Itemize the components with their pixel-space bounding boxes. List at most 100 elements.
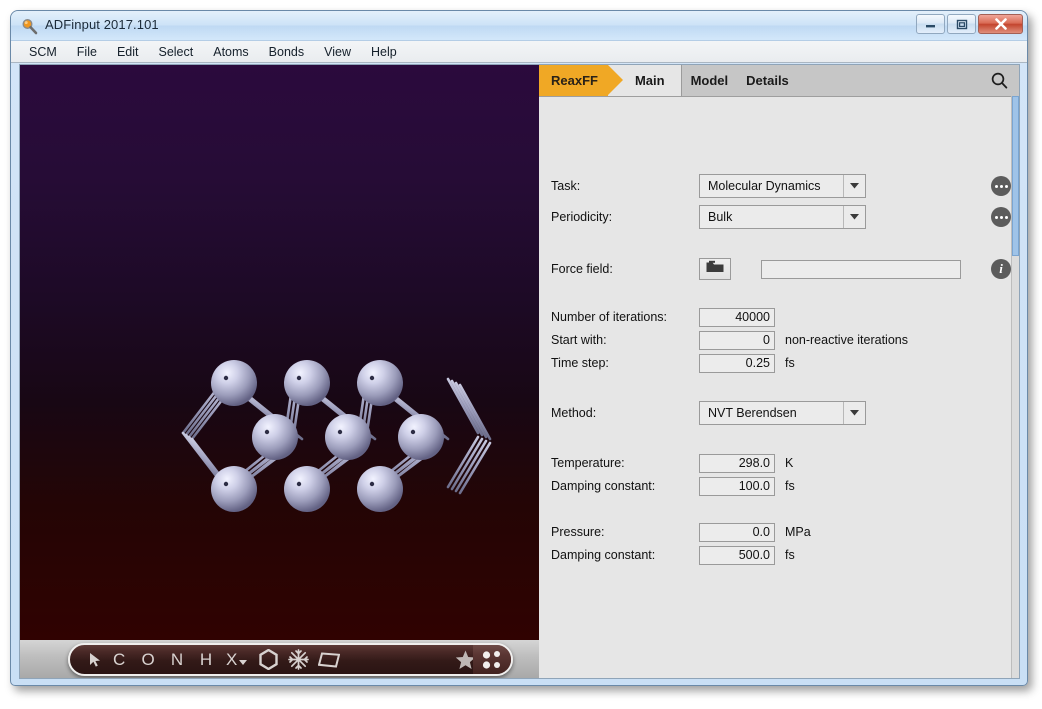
client-area: C O N H X ReaxFF Main Model Details Task…: [19, 64, 1020, 679]
view-toolbar-area: C O N H X: [20, 640, 539, 678]
force-field-info-button[interactable]: i: [991, 259, 1011, 279]
temperature-damping-unit: fs: [785, 479, 795, 493]
row-start-with: Start with: 0 non-reactive iterations: [539, 329, 1019, 351]
chevron-down-icon: [843, 206, 865, 228]
dot: [994, 215, 998, 219]
method-value: NVT Berendsen: [708, 406, 797, 420]
scrollbar-thumb[interactable]: [1012, 96, 1019, 256]
panel-scrollbar[interactable]: [1011, 96, 1019, 678]
search-icon[interactable]: [979, 65, 1019, 96]
menu-item-view[interactable]: View: [324, 45, 351, 59]
temperature-label: Temperature:: [551, 456, 625, 470]
force-field-label: Force field:: [551, 262, 613, 276]
time-step-unit: fs: [785, 356, 795, 370]
time-step-input[interactable]: 0.25: [699, 353, 775, 373]
menu-item-atoms[interactable]: Atoms: [213, 45, 248, 59]
menu-item-file[interactable]: File: [77, 45, 97, 59]
atom-h-button[interactable]: H: [192, 645, 221, 674]
settings-panel: ReaxFF Main Model Details Task: Molecula…: [539, 65, 1019, 678]
tab-details[interactable]: Details: [737, 65, 798, 96]
row-temperature-damping: Damping constant: 100.0 fs: [539, 475, 1019, 497]
maximize-button[interactable]: [947, 14, 976, 34]
pressure-input[interactable]: 0.0: [699, 522, 775, 542]
window-controls: [916, 14, 1023, 34]
row-method: Method: NVT Berendsen: [539, 401, 1019, 425]
periodicity-more-button[interactable]: [991, 207, 1011, 227]
chevron-down-icon: [239, 659, 248, 665]
periodicity-value: Bulk: [708, 210, 733, 224]
row-iterations: Number of iterations: 40000: [539, 306, 1019, 328]
atom-n-button[interactable]: N: [163, 645, 192, 674]
menu-item-select[interactable]: Select: [158, 45, 193, 59]
application-window: ADFinput 2017.101 SCM File Edit Select A…: [10, 10, 1028, 686]
atom-x-dropdown[interactable]: X: [220, 645, 252, 674]
molecule-scene: [20, 65, 539, 640]
temperature-damping-label: Damping constant:: [551, 479, 656, 493]
force-field-input[interactable]: [761, 259, 961, 279]
task-label: Task:: [551, 179, 581, 193]
method-select[interactable]: NVT Berendsen: [699, 401, 866, 425]
dot: [1004, 184, 1008, 188]
select-arrow-icon[interactable]: [86, 645, 105, 674]
snowflake-icon[interactable]: [283, 645, 314, 674]
periodicity-label: Periodicity:: [551, 210, 613, 224]
temperature-input[interactable]: 298.0: [699, 453, 775, 473]
minimize-button[interactable]: [916, 14, 945, 34]
pressure-label: Pressure:: [551, 525, 605, 539]
benzene-ring-icon[interactable]: [253, 645, 284, 674]
module-tab-reaxff[interactable]: ReaxFF: [539, 65, 623, 96]
chevron-down-icon: [843, 175, 865, 197]
molecule-toolbar: C O N H X: [68, 643, 513, 676]
menu-item-help[interactable]: Help: [371, 45, 397, 59]
start-with-unit: non-reactive iterations: [785, 333, 908, 347]
atom-x-label: X: [225, 649, 238, 669]
menu-bar: SCM File Edit Select Atoms Bonds View He…: [11, 41, 1027, 63]
pressure-damping-unit: fs: [785, 548, 795, 562]
magnifier-icon: [21, 18, 38, 35]
start-with-input[interactable]: 0: [699, 330, 775, 350]
row-periodicity: Periodicity: Bulk: [539, 205, 1019, 229]
periodicity-select[interactable]: Bulk: [699, 205, 866, 229]
plane-icon[interactable]: [314, 645, 345, 674]
tab-bar: ReaxFF Main Model Details: [539, 65, 1019, 97]
iterations-label: Number of iterations:: [551, 310, 668, 324]
dot: [999, 184, 1003, 188]
row-pressure-damping: Damping constant: 500.0 fs: [539, 544, 1019, 566]
chevron-down-icon: [843, 402, 865, 424]
task-value: Molecular Dynamics: [708, 179, 821, 193]
temperature-damping-input[interactable]: 100.0: [699, 476, 775, 496]
menu-item-bonds[interactable]: Bonds: [269, 45, 304, 59]
row-time-step: Time step: 0.25 fs: [539, 352, 1019, 374]
start-with-label: Start with:: [551, 333, 607, 347]
menu-item-edit[interactable]: Edit: [117, 45, 139, 59]
method-label: Method:: [551, 406, 597, 420]
temperature-unit: K: [785, 456, 794, 470]
atoms-grid-icon[interactable]: [473, 645, 511, 674]
force-field-browse-button[interactable]: [699, 258, 731, 280]
dot: [1004, 215, 1008, 219]
tab-model[interactable]: Model: [682, 65, 738, 96]
dot: [999, 215, 1003, 219]
menu-item-scm[interactable]: SCM: [29, 45, 57, 59]
atom-c-button[interactable]: C: [105, 645, 134, 674]
task-select[interactable]: Molecular Dynamics: [699, 174, 866, 198]
pressure-unit: MPa: [785, 525, 811, 539]
iterations-input[interactable]: 40000: [699, 307, 775, 327]
time-step-label: Time step:: [551, 356, 609, 370]
dot: [994, 184, 998, 188]
pressure-damping-input[interactable]: 500.0: [699, 545, 775, 565]
title-bar: ADFinput 2017.101: [11, 11, 1027, 41]
row-temperature: Temperature: 298.0 K: [539, 452, 1019, 474]
molecule-3d-view[interactable]: C O N H X: [20, 65, 539, 678]
task-more-button[interactable]: [991, 176, 1011, 196]
form-area: Task: Molecular Dynamics Periodicity: Bu…: [539, 97, 1019, 678]
window-title: ADFinput 2017.101: [45, 17, 159, 32]
row-force-field: Force field: i: [539, 258, 1019, 280]
close-button[interactable]: [978, 14, 1023, 34]
row-pressure: Pressure: 0.0 MPa: [539, 521, 1019, 543]
folder-icon: [706, 260, 724, 278]
row-task: Task: Molecular Dynamics: [539, 174, 1019, 198]
pressure-damping-label: Damping constant:: [551, 548, 656, 562]
screen: ADFinput 2017.101 SCM File Edit Select A…: [0, 0, 1042, 709]
atom-o-button[interactable]: O: [134, 645, 163, 674]
